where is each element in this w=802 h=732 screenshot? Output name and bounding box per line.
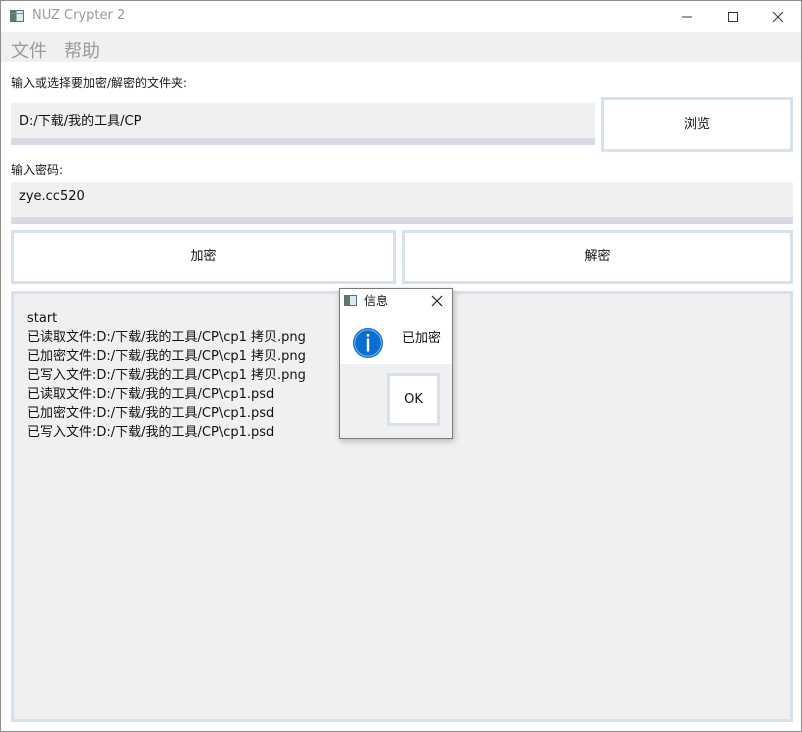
dialog-close-button[interactable] <box>429 293 445 309</box>
close-icon <box>431 295 443 307</box>
close-icon <box>772 11 784 23</box>
dialog-title: 信息 <box>364 294 389 308</box>
close-button[interactable] <box>755 1 801 32</box>
info-dialog: 信息 已加密 OK <box>339 288 453 439</box>
dialog-message: 已加密 <box>402 331 442 346</box>
ok-button[interactable]: OK <box>387 373 440 426</box>
app-icon <box>10 10 24 22</box>
browse-button[interactable]: 浏览 <box>601 97 793 152</box>
folder-label: 输入或选择要加密/解密的文件夹: <box>11 76 188 90</box>
app-icon <box>344 295 357 306</box>
info-icon <box>352 327 384 363</box>
dialog-body: 已加密 <box>340 313 452 364</box>
password-input[interactable]: zye.cc520 <box>11 182 793 224</box>
menu-help[interactable]: 帮助 <box>64 37 100 63</box>
title-bar[interactable]: NUZ Crypter 2 <box>1 1 801 32</box>
encrypt-button[interactable]: 加密 <box>11 230 396 284</box>
menu-file[interactable]: 文件 <box>11 37 47 63</box>
folder-path-input[interactable]: D:/下载/我的工具/CP <box>11 103 595 145</box>
password-label: 输入密码: <box>11 163 64 177</box>
menu-bar: 文件 帮助 <box>1 32 801 62</box>
decrypt-button[interactable]: 解密 <box>402 230 793 284</box>
dialog-title-bar[interactable]: 信息 <box>340 289 452 313</box>
minimize-button[interactable] <box>664 1 710 32</box>
window-title: NUZ Crypter 2 <box>32 8 126 23</box>
minimize-icon <box>682 16 692 18</box>
maximize-button[interactable] <box>710 1 756 32</box>
maximize-icon <box>728 12 738 22</box>
